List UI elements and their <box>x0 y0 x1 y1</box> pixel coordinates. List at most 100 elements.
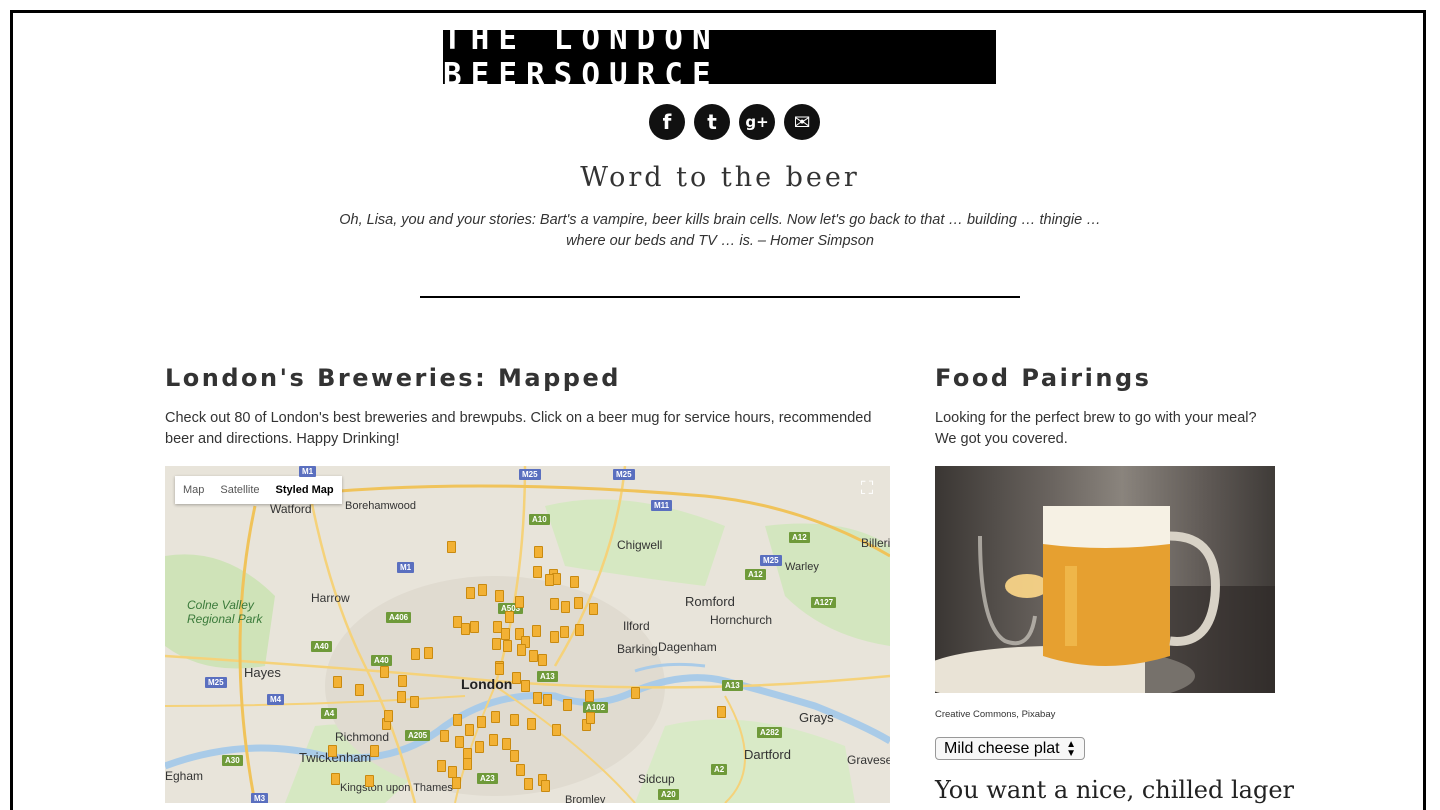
road-shield: M25 <box>760 555 782 566</box>
road-shield: A12 <box>745 569 766 580</box>
beer-mug-marker-icon[interactable] <box>475 741 484 753</box>
road-shield: A4 <box>321 708 338 719</box>
beer-mug-marker-icon[interactable] <box>461 623 470 635</box>
place-label: Egham <box>165 769 204 783</box>
beer-mug-marker-icon[interactable] <box>491 711 500 723</box>
place-label-london: London <box>461 676 513 692</box>
beer-mug-marker-icon[interactable] <box>492 638 501 650</box>
beer-mug-marker-icon[interactable] <box>453 616 462 628</box>
beer-mug-marker-icon[interactable] <box>331 773 340 785</box>
road-shield: A30 <box>222 755 243 766</box>
road-shield: A282 <box>757 727 783 738</box>
beer-mug-marker-icon[interactable] <box>455 736 464 748</box>
tagline: Word to the beer <box>580 162 860 193</box>
beer-mug-marker-icon[interactable] <box>452 777 461 789</box>
beer-mug-image <box>935 506 1275 693</box>
beer-mug-marker-icon[interactable] <box>478 584 487 596</box>
beer-mug-marker-icon[interactable] <box>631 687 640 699</box>
beer-mug-marker-icon[interactable] <box>586 712 595 724</box>
beer-mug-marker-icon[interactable] <box>575 624 584 636</box>
beer-mug-marker-icon[interactable] <box>447 541 456 553</box>
site-logo[interactable]: THE LONDON BEERSOURCE <box>443 21 996 93</box>
beer-mug-marker-icon[interactable] <box>570 576 579 588</box>
beer-mug-marker-icon[interactable] <box>503 640 512 652</box>
beer-mug-marker-icon[interactable] <box>527 718 536 730</box>
beer-mug-marker-icon[interactable] <box>545 574 554 586</box>
road-shield: A40 <box>371 655 392 666</box>
beer-mug-marker-icon[interactable] <box>410 696 419 708</box>
beer-mug-marker-icon[interactable] <box>589 603 598 615</box>
beer-mug-marker-icon[interactable] <box>398 675 407 687</box>
map-type-styled[interactable]: Styled Map <box>268 476 342 504</box>
beer-mug-marker-icon[interactable] <box>534 546 543 558</box>
food-select[interactable]: Mild cheese plat ▲ ▼ <box>935 737 1085 760</box>
beer-mug-marker-icon[interactable] <box>495 663 504 675</box>
beer-mug-marker-icon[interactable] <box>465 724 474 736</box>
beer-mug-marker-icon[interactable] <box>550 598 559 610</box>
breweries-intro: Check out 80 of London's best breweries … <box>165 410 872 447</box>
beer-mug-marker-icon[interactable] <box>550 631 559 643</box>
beer-mug-marker-icon[interactable] <box>502 738 511 750</box>
google-plus-icon[interactable]: g+ <box>739 104 775 140</box>
food-intro: Looking for the perfect brew to go with … <box>935 410 1257 447</box>
place-label: Harrow <box>311 591 350 605</box>
beer-mug-marker-icon[interactable] <box>477 716 486 728</box>
beer-mug-marker-icon[interactable] <box>453 714 462 726</box>
beer-mug-marker-icon[interactable] <box>333 676 342 688</box>
beer-mug-marker-icon[interactable] <box>440 730 449 742</box>
road-shield: A10 <box>529 514 550 525</box>
beer-mug-marker-icon[interactable] <box>585 690 594 702</box>
beer-mug-marker-icon[interactable] <box>516 764 525 776</box>
road-shield: A20 <box>658 789 679 800</box>
beer-mug-marker-icon[interactable] <box>541 780 550 792</box>
brewery-map[interactable]: Map Satellite Styled Map ⛶ Watford Boreh… <box>165 466 890 803</box>
facebook-icon[interactable]: f <box>649 104 685 140</box>
beer-mug-marker-icon[interactable] <box>489 734 498 746</box>
homer-quote: Oh, Lisa, you and your stories: Bart's a… <box>339 212 1101 249</box>
twitter-icon[interactable]: t <box>694 104 730 140</box>
beer-mug-marker-icon[interactable] <box>561 601 570 613</box>
beer-mug-marker-icon[interactable] <box>370 745 379 757</box>
beer-mug-marker-icon[interactable] <box>470 621 479 633</box>
beer-mug-marker-icon[interactable] <box>574 597 583 609</box>
place-label: Dagenham <box>658 640 717 654</box>
select-arrows-icon: ▲ ▼ <box>1066 738 1076 759</box>
place-label: Watford <box>270 502 312 516</box>
beer-mug-marker-icon[interactable] <box>515 596 524 608</box>
beer-mug-marker-icon[interactable] <box>563 699 572 711</box>
beer-mug-marker-icon[interactable] <box>510 750 519 762</box>
email-icon[interactable]: ✉ <box>784 104 820 140</box>
beer-mug-marker-icon[interactable] <box>512 672 521 684</box>
beer-mug-marker-icon[interactable] <box>529 650 538 662</box>
beer-mug-marker-icon[interactable] <box>538 654 547 666</box>
beer-mug-marker-icon[interactable] <box>495 590 504 602</box>
beer-mug-marker-icon[interactable] <box>424 647 433 659</box>
beer-mug-marker-icon[interactable] <box>543 694 552 706</box>
beer-mug-marker-icon[interactable] <box>505 611 514 623</box>
beer-mug-marker-icon[interactable] <box>380 666 389 678</box>
beer-mug-marker-icon[interactable] <box>560 626 569 638</box>
beer-mug-marker-icon[interactable] <box>717 706 726 718</box>
beer-mug-marker-icon[interactable] <box>411 648 420 660</box>
beer-mug-marker-icon[interactable] <box>532 625 541 637</box>
map-type-map[interactable]: Map <box>175 476 212 504</box>
beer-mug-marker-icon[interactable] <box>501 628 510 640</box>
beer-mug-marker-icon[interactable] <box>510 714 519 726</box>
beer-mug-marker-icon[interactable] <box>355 684 364 696</box>
beer-mug-marker-icon[interactable] <box>437 760 446 772</box>
beer-mug-marker-icon[interactable] <box>466 587 475 599</box>
beer-mug-marker-icon[interactable] <box>552 724 561 736</box>
beer-mug-marker-icon[interactable] <box>533 566 542 578</box>
map-type-satellite[interactable]: Satellite <box>212 476 267 504</box>
beer-mug-marker-icon[interactable] <box>397 691 406 703</box>
fullscreen-icon[interactable]: ⛶ <box>856 478 878 500</box>
beer-mug-marker-icon[interactable] <box>384 710 393 722</box>
beer-mug-marker-icon[interactable] <box>328 745 337 757</box>
beer-mug-marker-icon[interactable] <box>524 778 533 790</box>
beer-mug-marker-icon[interactable] <box>517 644 526 656</box>
beer-mug-marker-icon[interactable] <box>533 692 542 704</box>
beer-mug-marker-icon[interactable] <box>463 758 472 770</box>
place-label: Billericay <box>861 536 890 550</box>
beer-mug-marker-icon[interactable] <box>365 775 374 787</box>
beer-mug-marker-icon[interactable] <box>521 680 530 692</box>
